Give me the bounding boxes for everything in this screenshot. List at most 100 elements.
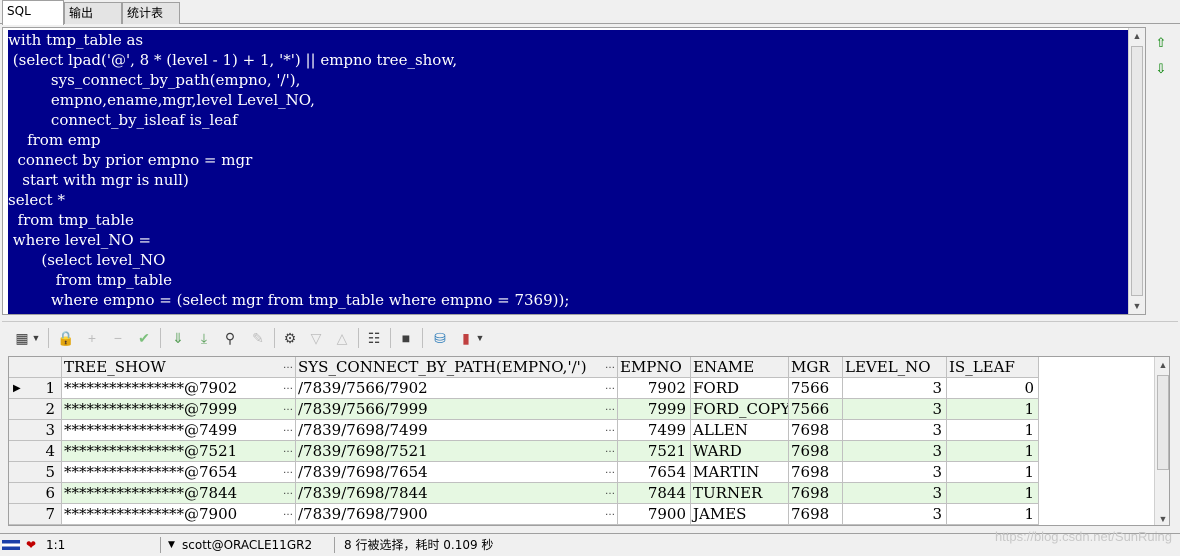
fetch-all-icon[interactable]: ⤓	[194, 328, 214, 348]
cell-is-leaf[interactable]: 0	[947, 378, 1039, 399]
cell-empno[interactable]: 7902	[618, 378, 691, 399]
cell-mgr[interactable]: 7698	[789, 462, 843, 483]
cell-tree-show[interactable]: ****************@7844…	[62, 483, 296, 504]
cell-ename[interactable]: WARD	[691, 441, 789, 462]
fetch-next-icon[interactable]: ⇓	[168, 328, 188, 348]
sql-editor[interactable]: with tmp_table as (select lpad('@', 8 * …	[2, 27, 1146, 315]
cell-empno[interactable]: 7499	[618, 420, 691, 441]
save-icon[interactable]: ■	[396, 328, 416, 348]
cell-ellipsis-icon[interactable]: …	[605, 420, 615, 439]
cell-ellipsis-icon[interactable]: …	[605, 399, 615, 418]
scroll-down-icon[interactable]: ▼	[1129, 298, 1145, 314]
arrow-down-icon[interactable]: ⇩	[1152, 60, 1170, 78]
tab-sql[interactable]: SQL	[2, 0, 64, 25]
scroll-thumb[interactable]	[1131, 46, 1143, 296]
cell-level-no[interactable]: 3	[843, 378, 947, 399]
tab-statistics[interactable]: 统计表	[122, 2, 180, 24]
cell-is-leaf[interactable]: 1	[947, 441, 1039, 462]
cell-mgr[interactable]: 7698	[789, 441, 843, 462]
find-icon[interactable]: ⚲	[220, 328, 240, 348]
cell-tree-show[interactable]: ****************@7499…	[62, 420, 296, 441]
grid-view-icon[interactable]: ▦	[12, 328, 32, 348]
cell-path[interactable]: /7839/7698/7521…	[296, 441, 618, 462]
cell-empno[interactable]: 7654	[618, 462, 691, 483]
cell-tree-show[interactable]: ****************@7654…	[62, 462, 296, 483]
cell-path[interactable]: /7839/7566/7902…	[296, 378, 618, 399]
row-header[interactable]: 2	[9, 399, 62, 420]
cell-level-no[interactable]: 3	[843, 504, 947, 525]
cell-path[interactable]: /7839/7698/7900…	[296, 504, 618, 525]
cell-path[interactable]: /7839/7698/7499…	[296, 420, 618, 441]
clear-icon[interactable]: ✎	[248, 328, 268, 348]
tree-view-icon[interactable]: ☷	[364, 328, 384, 348]
cell-path[interactable]: /7839/7566/7999…	[296, 399, 618, 420]
cell-empno[interactable]: 7844	[618, 483, 691, 504]
cell-is-leaf[interactable]: 1	[947, 399, 1039, 420]
column-header-is-leaf[interactable]: IS_LEAF	[947, 357, 1039, 378]
connection-label[interactable]: scott@ORACLE11GR2	[182, 534, 312, 556]
cell-tree-show[interactable]: ****************@7521…	[62, 441, 296, 462]
result-grid[interactable]: TREE_SHOW … SYS_CONNECT_BY_PATH(EMPNO,'/'…	[8, 356, 1170, 526]
cell-ellipsis-icon[interactable]: …	[605, 441, 615, 460]
column-ellipsis-icon[interactable]: …	[605, 357, 615, 376]
cell-ellipsis-icon[interactable]: …	[605, 462, 615, 481]
cell-level-no[interactable]: 3	[843, 483, 947, 504]
cell-ename[interactable]: TURNER	[691, 483, 789, 504]
cell-ename[interactable]: FORD	[691, 378, 789, 399]
cell-mgr[interactable]: 7698	[789, 483, 843, 504]
dropdown-icon[interactable]: ▼	[474, 328, 486, 348]
cell-ellipsis-icon[interactable]: …	[283, 462, 293, 481]
column-header-mgr[interactable]: MGR	[789, 357, 843, 378]
grid-scrollbar[interactable]: ▲ ▼	[1154, 357, 1169, 525]
cell-ellipsis-icon[interactable]: …	[283, 420, 293, 439]
cell-is-leaf[interactable]: 1	[947, 462, 1039, 483]
filter-icon[interactable]: ⚙	[280, 328, 300, 348]
previous-record-icon[interactable]: ▽	[306, 328, 326, 348]
editor-scrollbar[interactable]: ▲ ▼	[1128, 28, 1145, 314]
delete-record-icon[interactable]: −	[108, 328, 128, 348]
cell-ellipsis-icon[interactable]: …	[605, 483, 615, 502]
cell-empno[interactable]: 7900	[618, 504, 691, 525]
cell-tree-show[interactable]: ****************@7999…	[62, 399, 296, 420]
cell-ellipsis-icon[interactable]: …	[283, 378, 293, 397]
column-ellipsis-icon[interactable]: …	[283, 357, 293, 376]
column-header-empno[interactable]: EMPNO	[618, 357, 691, 378]
next-record-icon[interactable]: △	[332, 328, 352, 348]
dropdown-icon[interactable]: ▼	[30, 328, 42, 348]
cell-ename[interactable]: MARTIN	[691, 462, 789, 483]
cell-path[interactable]: /7839/7698/7844…	[296, 483, 618, 504]
cell-empno[interactable]: 7521	[618, 441, 691, 462]
column-header-path[interactable]: SYS_CONNECT_BY_PATH(EMPNO,'/')…	[296, 357, 618, 378]
cell-is-leaf[interactable]: 1	[947, 483, 1039, 504]
row-header[interactable]: 7	[9, 504, 62, 525]
cell-is-leaf[interactable]: 1	[947, 420, 1039, 441]
cell-mgr[interactable]: 7566	[789, 378, 843, 399]
add-record-icon[interactable]: +	[82, 328, 102, 348]
scroll-down-icon[interactable]: ▼	[1155, 511, 1169, 525]
scroll-up-icon[interactable]: ▲	[1129, 28, 1145, 44]
scroll-thumb[interactable]	[1157, 375, 1169, 470]
cell-level-no[interactable]: 3	[843, 441, 947, 462]
database-icon[interactable]: ⛁	[430, 328, 450, 348]
cell-ename[interactable]: FORD_COPY	[691, 399, 789, 420]
cell-empno[interactable]: 7999	[618, 399, 691, 420]
row-header[interactable]: 6	[9, 483, 62, 504]
connection-dropdown-icon[interactable]: ▼	[168, 534, 175, 556]
cell-mgr[interactable]: 7698	[789, 420, 843, 441]
cell-ellipsis-icon[interactable]: …	[605, 378, 615, 397]
cell-ellipsis-icon[interactable]: …	[283, 441, 293, 460]
cell-tree-show[interactable]: ****************@7900…	[62, 504, 296, 525]
tab-output[interactable]: 输出	[64, 2, 122, 24]
cell-ename[interactable]: ALLEN	[691, 420, 789, 441]
cell-ellipsis-icon[interactable]: …	[283, 399, 293, 418]
scroll-up-icon[interactable]: ▲	[1155, 357, 1169, 373]
cell-level-no[interactable]: 3	[843, 420, 947, 441]
cell-ellipsis-icon[interactable]: …	[605, 504, 615, 523]
cell-ellipsis-icon[interactable]: …	[283, 483, 293, 502]
row-header[interactable]: 5	[9, 462, 62, 483]
post-changes-icon[interactable]: ✔	[134, 328, 154, 348]
cell-mgr[interactable]: 7566	[789, 399, 843, 420]
cell-mgr[interactable]: 7698	[789, 504, 843, 525]
chart-icon[interactable]: ▮	[456, 328, 476, 348]
cell-ename[interactable]: JAMES	[691, 504, 789, 525]
